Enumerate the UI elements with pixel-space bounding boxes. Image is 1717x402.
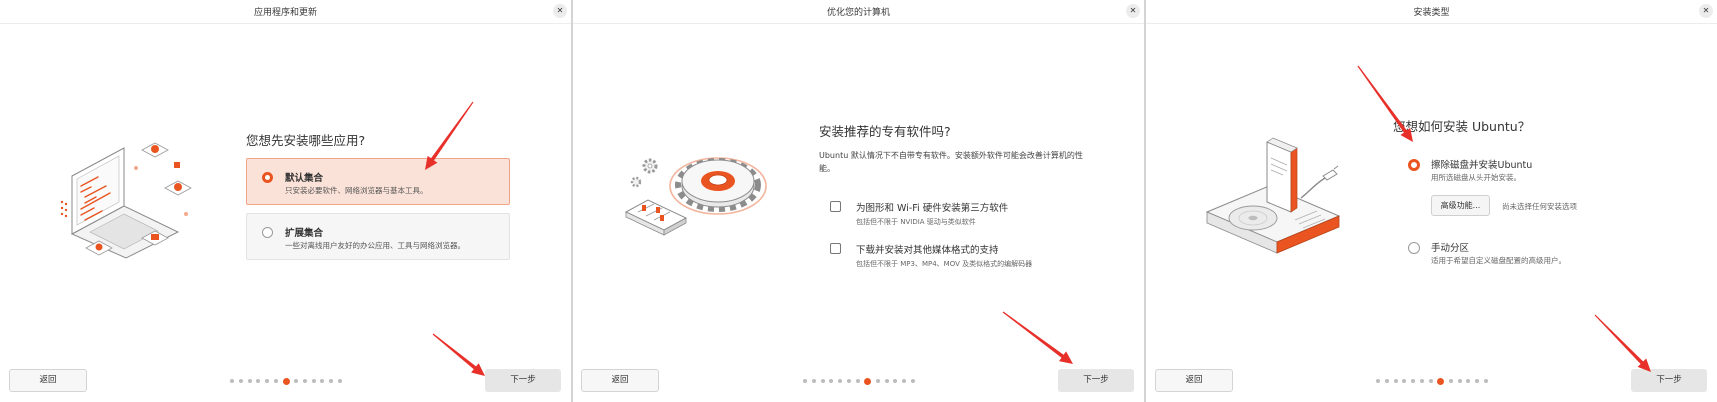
step-dot [1402,379,1407,383]
media-formats-checkbox[interactable] [830,243,841,254]
step-dot [838,379,843,383]
panel-optimize: 优化您的计算机 ✕ 安装推荐的专有软件吗? Ubuntu 默认情况下不自带专有软… [573,0,1144,402]
step-dot [1483,379,1488,383]
small-gears [630,158,658,188]
step-dot [239,379,244,383]
option-description: 适用于希望自定义磁盘配置的高级用户。 [1431,256,1566,265]
step-dot [829,379,834,383]
big-gear [669,157,767,215]
step-dot [893,379,898,383]
option-extended-selection[interactable]: 扩展集合 一些对离线用户友好的办公应用、工具与网络浏览器。 [246,213,510,260]
option-label: 手动分区 [1431,243,1470,254]
option-erase-disk[interactable]: 擦除磁盘并安装Ubuntu 用所选磁盘从头开始安装。 [1408,157,1708,187]
step-dot [1466,379,1471,383]
window-titlebar: 优化您的计算机 ✕ [573,0,1144,24]
checkbox-label[interactable]: 为图形和 Wi-Fi 硬件安装第三方软件 [856,200,1008,214]
back-button[interactable]: 返回 [1155,369,1233,392]
back-button[interactable]: 返回 [581,369,659,392]
window-title: 安装类型 [1413,8,1450,18]
step-dot [910,379,915,383]
step-dot [1376,379,1381,383]
back-button[interactable]: 返回 [9,369,87,392]
page-description: Ubuntu 默认情况下不自带专有软件。安装额外软件可能会改善计算机的性能。 [819,151,1083,173]
page-heading: 您想如何安装 Ubuntu？ [1393,119,1531,134]
step-dot [1385,379,1390,383]
window-title: 优化您的计算机 [826,8,890,18]
option-description: 只安装必要软件、网络浏览器与基本工具。 [285,186,428,195]
close-icon[interactable]: ✕ [553,4,567,18]
step-dot-active [864,377,872,385]
radio-button[interactable] [262,227,273,238]
step-dot [294,379,299,383]
page-heading: 您想先安装哪些应用? [246,133,366,148]
radio-button[interactable] [1408,242,1420,254]
laptop-apps-illustration [60,142,192,259]
step-dot [311,379,316,383]
step-dot [230,379,235,383]
option-label: 扩展集合 [285,228,324,239]
step-dot [1448,379,1453,383]
cable-plug [1300,165,1339,199]
option-label: 默认集合 [285,173,324,184]
step-dot [302,379,307,383]
step-dot-active [1437,377,1445,385]
option-manual-partition[interactable]: 手动分区 适用于希望自定义磁盘配置的高级用户。 [1408,240,1708,270]
advanced-status-text: 尚未选择任何安装选项 [1502,202,1577,211]
step-dot [901,379,906,383]
close-icon[interactable]: ✕ [1126,4,1140,18]
window-titlebar: 应用程序和更新 ✕ [0,0,571,24]
step-dot [320,379,325,383]
step-dot [328,379,333,383]
step-dot [812,379,817,383]
option-label: 擦除磁盘并安装Ubuntu [1431,160,1533,171]
next-button[interactable]: 下一步 [1631,369,1707,392]
panel-install-type: 安装类型 ✕ 您想如何安装 Ubuntu？ 擦除磁盘并安装Ubuntu 用所选磁… [1146,0,1717,402]
page-heading: 安装推荐的专有软件吗? [819,124,951,139]
window-titlebar: 安装类型 ✕ [1146,0,1717,24]
checkbox-description: 包括但不限于 MP3、MP4、MOV 及类似格式的编解码器 [856,260,1033,268]
step-dot [1393,379,1398,383]
option-description: 用所选磁盘从头开始安装。 [1431,173,1521,182]
gear-optimize-illustration [624,157,767,236]
step-dot [855,379,860,383]
step-dot [256,379,261,383]
step-dot-active [282,377,290,385]
step-dot [1419,379,1424,383]
checkbox-description: 包括但不限于 NVIDIA 驱动与类似软件 [856,218,976,226]
step-dot [1457,379,1462,383]
step-indicator [803,377,915,385]
document-card [1266,137,1298,213]
checkbox-label[interactable]: 下载并安装对其他媒体格式的支持 [856,242,999,256]
disk-install-illustration [1205,137,1341,254]
step-dot [803,379,808,383]
window-title: 应用程序和更新 [253,8,317,18]
radio-button[interactable] [1408,159,1420,171]
step-indicator [1376,377,1488,385]
step-dot [820,379,825,383]
close-icon[interactable]: ✕ [1699,4,1713,18]
step-dot [1428,379,1433,383]
control-panel [624,199,688,236]
step-dot [875,379,880,383]
next-button[interactable]: 下一步 [1058,369,1134,392]
step-dot [1474,379,1479,383]
option-default-selection[interactable]: 默认集合 只安装必要软件、网络浏览器与基本工具。 [246,158,510,205]
step-dot [337,379,342,383]
step-dot [1411,379,1416,383]
radio-button[interactable] [262,172,273,183]
option-description: 一些对离线用户友好的办公应用、工具与网络浏览器。 [285,241,465,250]
advanced-features-button[interactable]: 高级功能... [1431,195,1490,216]
step-dot [247,379,252,383]
panel-applications: 应用程序和更新 ✕ 您想先安装哪些应用? 默认集合 只安装必要软件、网络浏览器与… [0,0,571,402]
step-dot [265,379,270,383]
step-dot [846,379,851,383]
step-indicator [230,377,342,385]
third-party-checkbox[interactable] [830,201,841,212]
step-dot [273,379,278,383]
step-dot [884,379,889,383]
next-button[interactable]: 下一步 [485,369,561,392]
